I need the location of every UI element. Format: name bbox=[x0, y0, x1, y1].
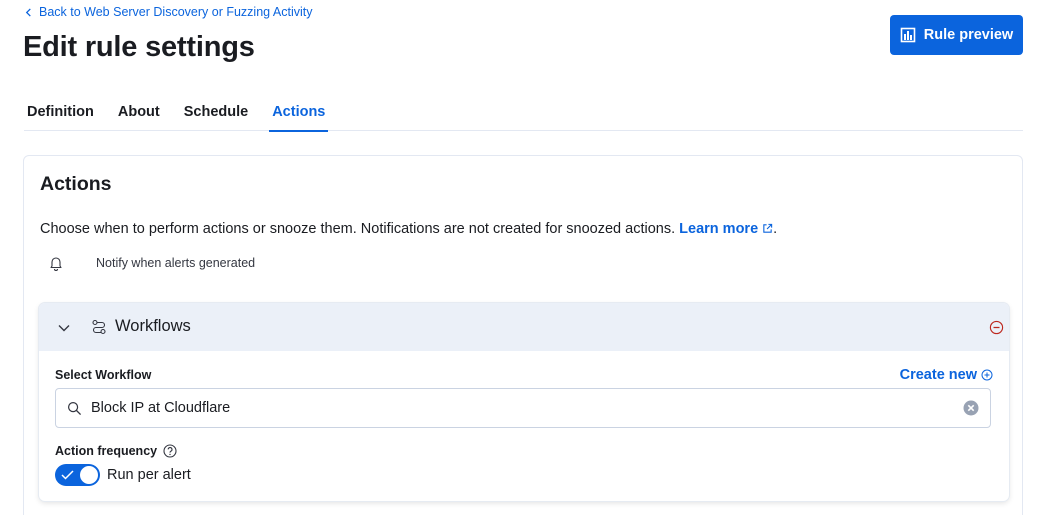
back-link-label: Back to Web Server Discovery or Fuzzing … bbox=[39, 5, 313, 19]
rule-preview-button[interactable]: Rule preview bbox=[890, 15, 1023, 55]
tab-about[interactable]: About bbox=[115, 92, 163, 131]
minus-circle-icon[interactable] bbox=[989, 320, 1004, 335]
clear-icon[interactable] bbox=[963, 400, 979, 416]
question-icon[interactable] bbox=[163, 444, 177, 458]
tab-definition[interactable]: Definition bbox=[24, 92, 97, 131]
action-frequency-text: Action frequency bbox=[55, 444, 158, 458]
actions-description-text: Choose when to perform actions or snooze… bbox=[40, 221, 676, 237]
workflow-combobox[interactable] bbox=[55, 388, 991, 428]
edit-rule-page: Back to Web Server Discovery or Fuzzing … bbox=[0, 0, 1045, 515]
action-frequency-label: Action frequency bbox=[55, 444, 177, 458]
notify-text: Notify when alerts generated bbox=[96, 256, 256, 270]
switch-knob bbox=[79, 465, 99, 485]
actions-description: Choose when to perform actions or snooze… bbox=[40, 221, 777, 237]
description-period: . bbox=[773, 221, 778, 237]
run-per-alert-switch[interactable] bbox=[55, 464, 100, 486]
workflow-card-title: Workflows bbox=[115, 317, 191, 335]
chevron-left-icon bbox=[25, 7, 31, 17]
rule-tabs: Definition About Schedule Actions bbox=[24, 92, 1023, 132]
external-link-icon bbox=[763, 223, 773, 233]
workflow-icon bbox=[92, 319, 106, 335]
rule-preview-label: Rule preview bbox=[923, 27, 1014, 43]
select-workflow-label: Select Workflow bbox=[55, 368, 152, 382]
workflow-card-header[interactable]: Workflows bbox=[39, 303, 1009, 351]
chart-icon bbox=[900, 27, 916, 43]
chevron-down-icon[interactable] bbox=[57, 321, 71, 335]
check-icon bbox=[61, 470, 74, 480]
actions-panel: Actions Choose when to perform actions o… bbox=[23, 155, 1023, 515]
learn-more-label: Learn more bbox=[679, 221, 759, 237]
tab-actions[interactable]: Actions bbox=[269, 92, 329, 132]
search-icon bbox=[67, 401, 82, 416]
plus-circle-icon bbox=[981, 369, 993, 381]
run-per-alert-label: Run per alert bbox=[107, 467, 191, 483]
bell-icon bbox=[50, 257, 62, 271]
page-title: Edit rule settings bbox=[23, 31, 255, 63]
create-new-label: Create new bbox=[899, 367, 977, 383]
workflow-action-card: Workflows Select Workflow Create new Blo… bbox=[39, 303, 1009, 501]
notify-row: Notify when alerts generated bbox=[48, 255, 255, 271]
learn-more-link[interactable]: Learn more bbox=[679, 221, 773, 237]
tab-schedule[interactable]: Schedule bbox=[181, 92, 251, 131]
back-link[interactable]: Back to Web Server Discovery or Fuzzing … bbox=[24, 5, 312, 19]
actions-title: Actions bbox=[40, 173, 112, 195]
run-per-alert-row: Run per alert bbox=[55, 464, 191, 486]
workflow-search-input[interactable] bbox=[91, 397, 951, 419]
create-new-link[interactable]: Create new bbox=[900, 367, 993, 383]
